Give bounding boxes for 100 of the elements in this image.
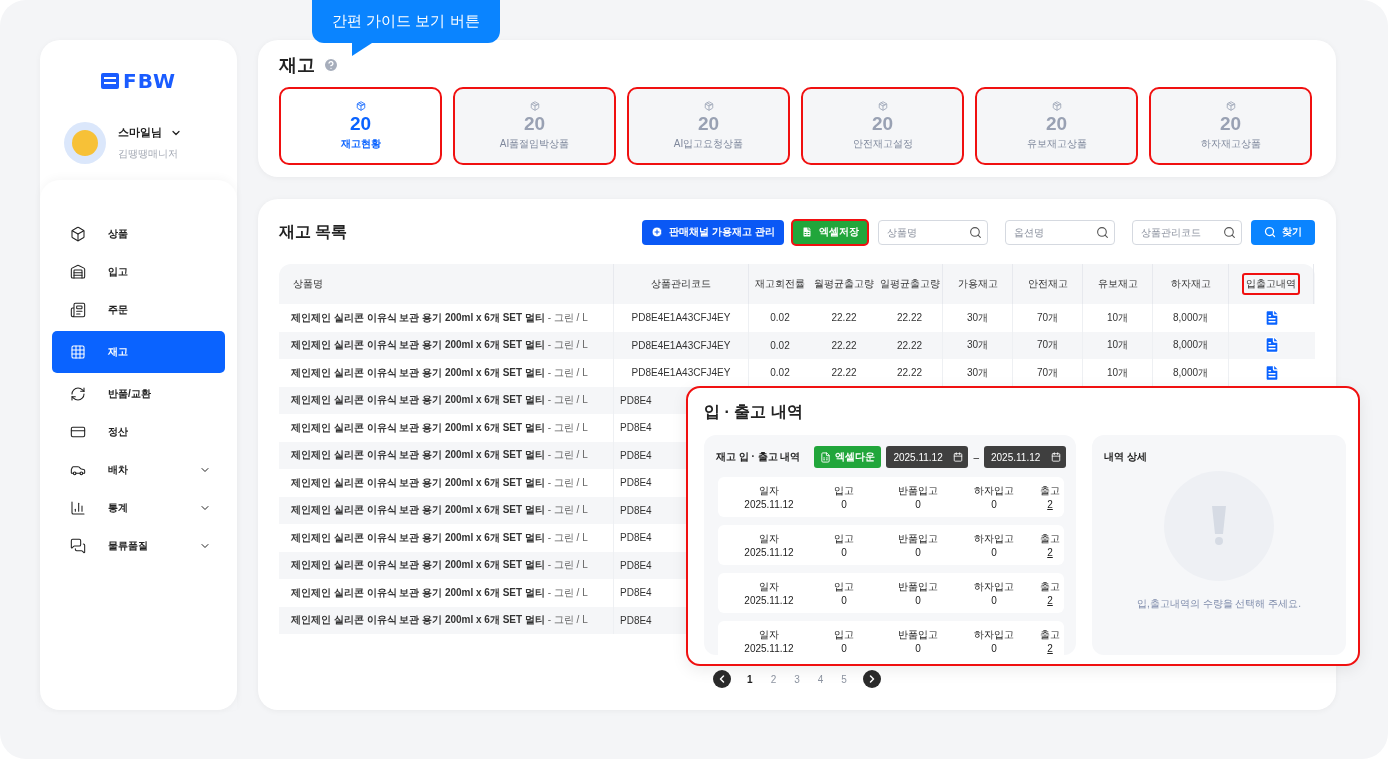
table-cell: PD8E4	[620, 587, 652, 599]
field-value: 2025.11.12	[744, 498, 794, 510]
guide-tooltip: 간편 가이드 보기 버튼	[312, 0, 500, 43]
table-cell-text: 22.22	[830, 338, 858, 353]
column-header: 안전재고	[1027, 277, 1068, 291]
field-label: 하자입고	[974, 484, 1014, 496]
date-field[interactable]: 2025.11.12	[886, 446, 969, 468]
quantity-link[interactable]: 2	[1047, 642, 1053, 654]
search-field[interactable]: 상품명	[878, 219, 988, 245]
table-cell: 제인제인 실리콘 이유식 보관 용기 200ml x 6개 SET 멀티 - 그린 / L	[279, 579, 614, 607]
modal-title: 입 · 출고 내역	[704, 402, 804, 422]
sidebar-item[interactable]: 배차	[52, 451, 225, 489]
search-field[interactable]: 옵션명	[1005, 219, 1115, 245]
table-cell: 30개	[943, 304, 1013, 332]
sidebar-item[interactable]: 반품/교환	[52, 375, 225, 413]
field-value: 0	[915, 594, 921, 606]
tooltip-pointer	[352, 43, 372, 56]
search-icon	[1223, 225, 1236, 239]
empty-message: 입,출고내역의 수량을 선택해 주세요.	[1137, 597, 1301, 611]
chat-icon	[70, 538, 86, 554]
quantity-link[interactable]: 2	[1047, 594, 1053, 606]
quantity-link[interactable]: 2	[1047, 546, 1053, 558]
field-label: 일자	[759, 580, 779, 592]
stat-card[interactable]: 20 유보재고상품	[975, 87, 1138, 165]
page-number[interactable]: 1	[745, 673, 755, 685]
sidebar-item[interactable]: 재고	[52, 331, 225, 373]
field-label: 반품입고	[898, 628, 938, 640]
search-field[interactable]: 상품관리코드	[1132, 219, 1242, 245]
field-label: 일자	[759, 532, 779, 544]
field-value: 0	[991, 498, 997, 510]
box-icon	[355, 101, 366, 111]
history-record[interactable]: 일자 2025.11.12 입고 0 반품입고 0 하자입고 0 출고 2	[718, 621, 1064, 655]
table-cell: PD8E4E1A43CFJ4EY	[614, 304, 749, 332]
avatar	[64, 122, 106, 164]
quantity-link[interactable]: 2	[1047, 498, 1053, 510]
field-value: 2025.11.12	[744, 546, 794, 558]
field-label: 일자	[759, 484, 779, 496]
field-label: 입고	[834, 628, 854, 640]
table-cell: PD8E4	[620, 477, 652, 489]
table-cell: PD8E4	[620, 504, 652, 516]
date-field[interactable]: 2025.11.12	[984, 446, 1066, 468]
field-value: 2025.11.12	[744, 594, 794, 606]
table-cell: 제인제인 실리콘 이유식 보관 용기 200ml x 6개 SET 멀티 - 그린 / L	[279, 606, 614, 634]
table-cell: PD8E4	[620, 559, 652, 571]
sidebar-item[interactable]: 주문	[52, 291, 225, 329]
sidebar-item[interactable]: 상품	[52, 215, 225, 253]
field-label: 입고	[834, 532, 854, 544]
table-cell: 제인제인 실리콘 이유식 보관 용기 200ml x 6개 SET 멀티 - 그린 / L	[279, 359, 614, 387]
column-header: 가용재고	[957, 277, 998, 291]
page-title: 재고	[279, 54, 315, 77]
card-icon	[70, 424, 86, 440]
document-icon	[70, 302, 86, 318]
field-label: 반품입고	[898, 532, 938, 544]
search-icon	[1096, 225, 1109, 239]
stat-card[interactable]: 20 재고현황	[279, 87, 442, 165]
column-header: 월평균출고량	[814, 277, 874, 291]
previous-page-button[interactable]	[713, 670, 732, 688]
document-icon[interactable]	[1262, 336, 1281, 355]
channel-stock-button[interactable]: 판매채널 가용재고 관리	[642, 219, 784, 245]
warehouse-icon	[70, 264, 86, 280]
sidebar-item[interactable]: 입고	[52, 253, 225, 291]
table-cell: PD8E4	[620, 394, 652, 406]
stat-card[interactable]: 20 안전재고설정	[801, 87, 964, 165]
field-label: 입고	[834, 580, 854, 592]
sidebar-item[interactable]: 정산	[52, 413, 225, 451]
box-icon	[70, 226, 86, 242]
find-button[interactable]: 찾기	[1251, 219, 1315, 245]
exclamation-icon	[1212, 506, 1226, 546]
table-cell: 8,000개	[1153, 304, 1229, 332]
box-icon	[703, 101, 714, 111]
table-cell: 제인제인 실리콘 이유식 보관 용기 200ml x 6개 SET 멀티 - 그린 / L	[279, 524, 614, 552]
box-icon	[1225, 101, 1236, 111]
chart-icon	[70, 500, 86, 516]
logo-icon	[101, 73, 120, 89]
user-name[interactable]: 스마일님	[118, 125, 182, 140]
table-cell: 제인제인 실리콘 이유식 보관 용기 200ml x 6개 SET 멀티 - 그린 / L	[279, 414, 614, 442]
box-icon	[877, 101, 888, 111]
table-cell-text: 0.02	[769, 338, 791, 353]
table-cell: PD8E4	[620, 422, 652, 434]
field-value: 0	[991, 546, 997, 558]
column-header: 입출고내역	[1242, 273, 1300, 295]
next-page-button[interactable]	[862, 670, 881, 688]
sidebar-item[interactable]: 물류품질	[52, 527, 225, 565]
history-record[interactable]: 일자 2025.11.12 입고 0 반품입고 0 하자입고 0 출고 2	[718, 573, 1064, 613]
plus-icon	[651, 226, 664, 238]
field-value: 2025.11.12	[744, 642, 794, 654]
field-value: 0	[915, 546, 921, 558]
field-label: 출고	[1040, 532, 1060, 544]
history-record[interactable]: 일자 2025.11.12 입고 0 반품입고 0 하자입고 0 출고 2	[718, 525, 1064, 565]
calendar-icon	[953, 452, 964, 462]
sidebar-item[interactable]: 통계	[52, 489, 225, 527]
field-label: 반품입고	[898, 484, 938, 496]
table-cell: 제인제인 실리콘 이유식 보관 용기 200ml x 6개 SET 멀티 - 그린 / L	[279, 469, 614, 497]
table-cell-text: 22.22	[830, 366, 858, 381]
stat-card[interactable]: 20 하자재고상품	[1149, 87, 1312, 165]
field-value: 0	[841, 498, 847, 510]
field-value: 0	[915, 642, 921, 654]
panel-title: 재고 입 · 출고 내역	[716, 450, 802, 464]
history-record[interactable]: 일자 2025.11.12 입고 0 반품입고 0 하자입고 0 출고 2	[718, 477, 1064, 517]
field-value: 0	[915, 498, 921, 510]
